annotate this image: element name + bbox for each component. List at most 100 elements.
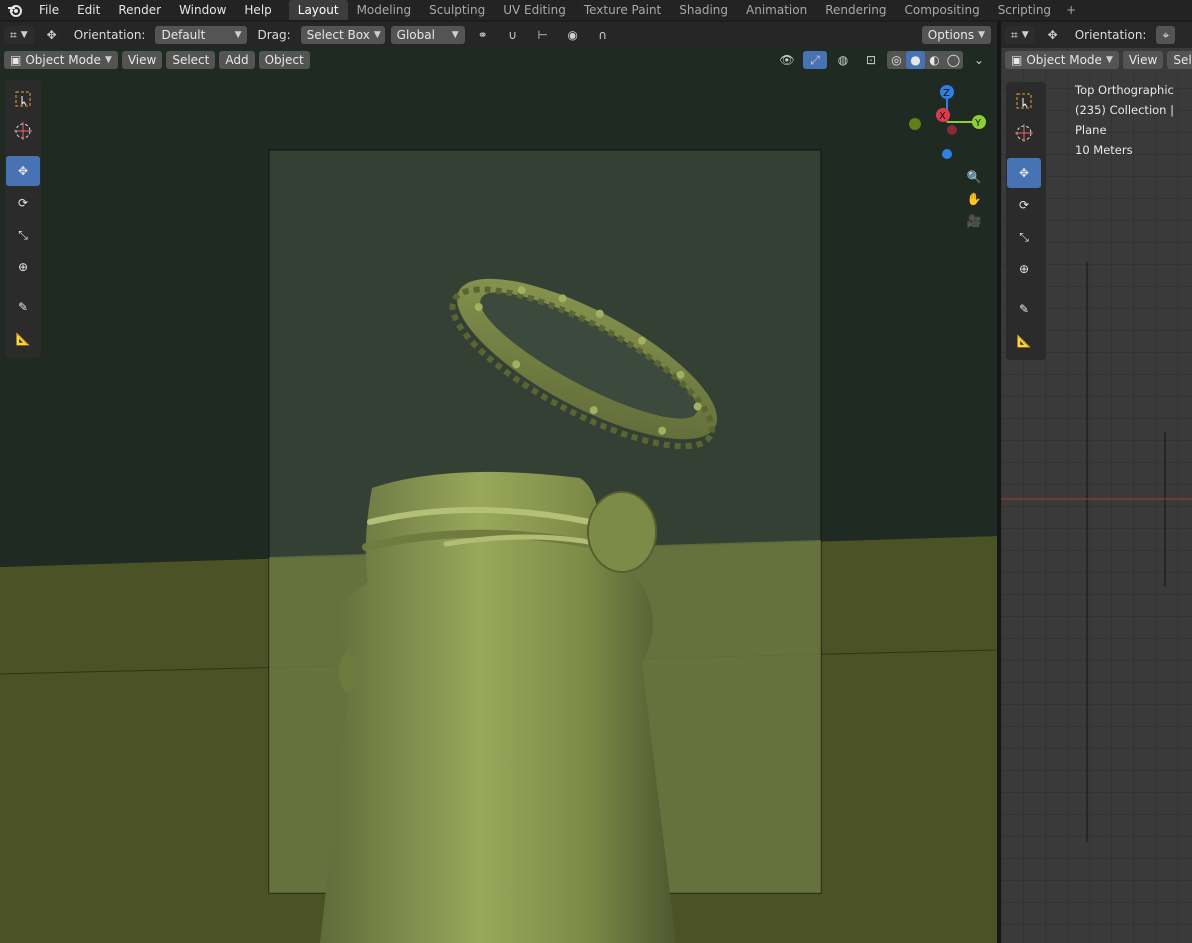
tab-uv-editing[interactable]: UV Editing (494, 0, 575, 20)
chevron-down-icon: ▼ (20, 30, 28, 40)
options-label: Options (927, 28, 975, 42)
cursor-tool-icon[interactable] (6, 116, 40, 146)
viewport-top-ortho[interactable]: ⌗ ▼ ✥ Orientation: ⌖ ▣ Object Mode ▼ View… (1001, 22, 1192, 943)
tab-scripting[interactable]: Scripting (989, 0, 1060, 20)
shading-mode-group: ◎ ● ◐ ◯ (887, 51, 963, 69)
navigation-gizmo[interactable]: Z Y X (902, 82, 994, 162)
editor-type-button[interactable]: ⌗ ▼ (1005, 26, 1035, 44)
right-tool-header: ⌗ ▼ ✥ Orientation: ⌖ (1001, 22, 1192, 48)
viewport-header: ▣ Object Mode ▼ View Select Add Object 👁… (0, 48, 997, 72)
tab-modeling[interactable]: Modeling (348, 0, 421, 20)
grid-icon: ⌗ (1011, 28, 1018, 42)
menu-view[interactable]: View (121, 51, 163, 69)
menu-window[interactable]: Window (170, 0, 235, 20)
solid-shading-icon[interactable]: ● (906, 51, 925, 69)
zoom-icon[interactable]: 🔍 (967, 170, 982, 184)
object-mode-select[interactable]: ▣ Object Mode ▼ (1005, 51, 1119, 69)
gizmo-toggle-icon[interactable]: ⤢ (803, 51, 827, 69)
xray-icon[interactable]: ⊡ (859, 51, 883, 69)
view-name: Top Orthographic (1075, 83, 1174, 97)
workspace-tabs: Layout Modeling Sculpting UV Editing Tex… (288, 0, 1082, 20)
tool-shelf: ✥ ⟳ ⤡ ⊕ ✎ 📐 (5, 80, 41, 358)
scene-render (0, 22, 997, 943)
axis-z-label: Z (943, 88, 950, 99)
transform-tool-icon[interactable]: ⊕ (6, 252, 40, 282)
rendered-shading-icon[interactable]: ◯ (944, 51, 963, 69)
move-tool-icon[interactable]: ✥ (40, 26, 64, 44)
grid-icon: ⌗ (10, 28, 17, 42)
blender-logo-icon[interactable] (0, 0, 30, 20)
shading-options-icon[interactable]: ⌄ (967, 51, 991, 69)
menu-file[interactable]: File (30, 0, 68, 20)
viewport-info-overlay: Top Orthographic (235) Collection | Plan… (1075, 80, 1192, 160)
wireframe-shading-icon[interactable]: ◎ (887, 51, 906, 69)
measure-tool-icon[interactable]: 📐 (6, 324, 40, 354)
tool-shelf: ✥ ⟳ ⤡ ⊕ ✎ 📐 (1006, 82, 1046, 360)
menu-select[interactable]: Select (166, 51, 216, 69)
proportional-edit-icon[interactable]: ◉ (561, 26, 585, 44)
add-workspace-icon[interactable]: + (1060, 0, 1082, 20)
visibility-icon[interactable]: 👁 (775, 51, 799, 69)
chevron-down-icon: ▼ (1105, 55, 1113, 65)
transform-tool-icon[interactable]: ⊕ (1007, 254, 1041, 284)
editor-type-button[interactable]: ⌗ ▼ (4, 26, 34, 44)
chevron-down-icon: ▼ (978, 30, 985, 40)
material-shading-icon[interactable]: ◐ (925, 51, 944, 69)
object-mode-select[interactable]: ▣ Object Mode ▼ (4, 51, 118, 69)
grid-scale: 10 Meters (1075, 143, 1133, 157)
annotate-tool-icon[interactable]: ✎ (1007, 294, 1041, 324)
rotate-tool-icon[interactable]: ⟳ (6, 188, 40, 218)
annotate-tool-icon[interactable]: ✎ (6, 292, 40, 322)
options-button[interactable]: Options ▼ (921, 26, 991, 44)
scale-tool-icon[interactable]: ⤡ (6, 220, 40, 250)
falloff-icon[interactable]: ∩ (591, 26, 615, 44)
rotate-tool-icon[interactable]: ⟳ (1007, 190, 1041, 220)
orientation-select[interactable]: ⌖ (1156, 26, 1176, 44)
tab-texture-paint[interactable]: Texture Paint (575, 0, 670, 20)
axis-x-label: X (939, 111, 946, 122)
chevron-down-icon: ▼ (1021, 30, 1029, 40)
tab-shading[interactable]: Shading (670, 0, 737, 20)
viewport-camera[interactable]: ⌗ ▼ ✥ Orientation: Default ▼ Drag: Select … (0, 22, 997, 943)
tab-sculpting[interactable]: Sculpting (420, 0, 494, 20)
menu-add[interactable]: Add (219, 51, 255, 69)
measure-tool-icon[interactable]: 📐 (1007, 326, 1041, 356)
move-tool-icon[interactable]: ✥ (1007, 158, 1041, 188)
wax-blob (587, 491, 657, 573)
drag-select[interactable]: Select Box ▼ (300, 26, 385, 44)
snap-icon[interactable]: ∪ (501, 26, 525, 44)
tab-compositing[interactable]: Compositing (895, 0, 988, 20)
move-tool-icon[interactable]: ✥ (6, 156, 40, 186)
tab-layout[interactable]: Layout (288, 0, 348, 20)
tool-settings-header: ⌗ ▼ ✥ Orientation: Default ▼ Drag: Select … (0, 22, 997, 48)
menu-render[interactable]: Render (109, 0, 170, 20)
menu-help[interactable]: Help (235, 0, 280, 20)
chevron-down-icon: ▼ (451, 30, 459, 40)
chevron-down-icon: ▼ (104, 55, 112, 65)
menu-object[interactable]: Object (258, 51, 310, 69)
object-mode-icon: ▣ (1011, 53, 1023, 67)
select-box-tool-icon[interactable] (6, 84, 40, 114)
orientation-select[interactable]: Default ▼ (155, 26, 248, 44)
cursor-tool-icon[interactable] (1007, 118, 1041, 148)
menu-select[interactable]: Sele (1167, 51, 1192, 69)
drag-label: Drag: (257, 28, 291, 42)
menu-view[interactable]: View (1122, 51, 1164, 69)
transform-space-select[interactable]: Global ▼ (390, 26, 465, 44)
pan-hand-icon[interactable]: ✋ (967, 192, 982, 206)
tab-animation[interactable]: Animation (737, 0, 816, 20)
drag-value: Select Box (306, 28, 370, 42)
chevron-down-icon: ▼ (373, 30, 381, 40)
overlay-toggle-icon[interactable]: ◍ (831, 51, 855, 69)
right-viewport-header: ▣ Object Mode ▼ View Sele (1001, 48, 1192, 72)
tab-rendering[interactable]: Rendering (816, 0, 895, 20)
move-tool-icon[interactable]: ✥ (1041, 26, 1065, 44)
pivot-icon[interactable]: ⚭ (471, 26, 495, 44)
snap-target-icon[interactable]: ⊢ (531, 26, 555, 44)
object-mode-icon: ▣ (10, 53, 22, 67)
select-box-tool-icon[interactable] (1007, 86, 1041, 116)
orientation-value: Default (161, 28, 206, 42)
scale-tool-icon[interactable]: ⤡ (1007, 222, 1041, 252)
camera-view-icon[interactable]: 🎥 (967, 214, 982, 228)
menu-edit[interactable]: Edit (68, 0, 109, 20)
